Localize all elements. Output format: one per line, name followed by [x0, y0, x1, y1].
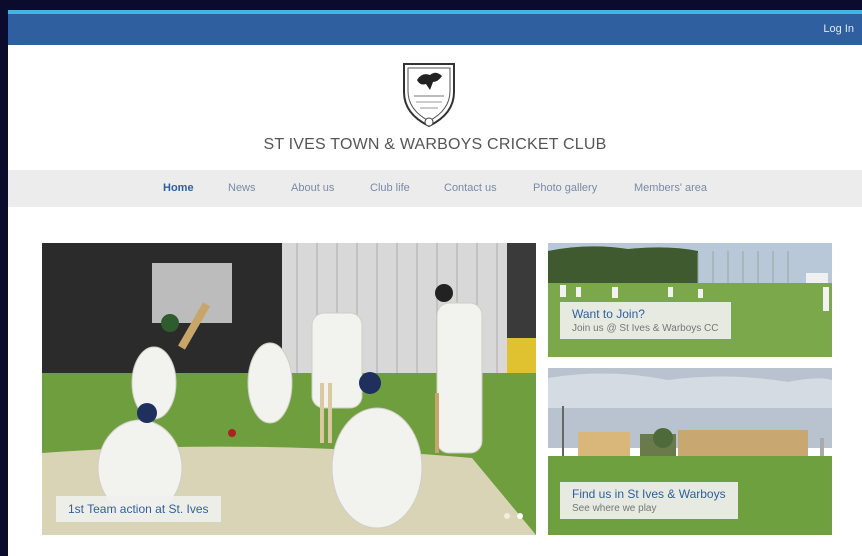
join-caption[interactable]: Want to Join? Join us @ St Ives & Warboy…	[560, 302, 731, 339]
join-subtitle: Join us @ St Ives & Warboys CC	[572, 323, 719, 334]
slider-dot[interactable]	[504, 513, 510, 519]
main-nav: Home News About us Club life Contact us …	[8, 170, 862, 207]
club-title: ST IVES TOWN & WARBOYS CRICKET CLUB	[263, 136, 607, 153]
club-crest-logo[interactable]	[400, 58, 458, 130]
login-link[interactable]: Log In	[823, 23, 854, 35]
hero-cricket-photo	[42, 243, 536, 535]
nav-club-life[interactable]: Club life	[370, 182, 410, 194]
join-panel[interactable]: Want to Join? Join us @ St Ives & Warboy…	[548, 243, 832, 357]
top-bar: Log In	[8, 14, 862, 45]
find-us-subtitle: See where we play	[572, 503, 657, 514]
nav-about-us[interactable]: About us	[291, 182, 334, 194]
join-panel-photo	[548, 243, 832, 357]
browser-page: Log In ST IVES TOWN & WARBOYS CRICKET CL…	[8, 10, 862, 556]
nav-news[interactable]: News	[228, 182, 256, 194]
hero-slider[interactable]: 1st Team action at St. Ives	[42, 243, 536, 535]
find-us-title: Find us in St Ives & Warboys	[572, 487, 726, 501]
find-us-panel[interactable]: Find us in St Ives & Warboys See where w…	[548, 368, 832, 535]
nav-contact-us[interactable]: Contact us	[444, 182, 497, 194]
nav-home[interactable]: Home	[163, 182, 194, 194]
slider-dot-active[interactable]	[517, 513, 523, 519]
join-title: Want to Join?	[572, 307, 645, 321]
nav-photo-gallery[interactable]: Photo gallery	[533, 182, 597, 194]
nav-members-area[interactable]: Members' area	[634, 182, 707, 194]
find-us-caption[interactable]: Find us in St Ives & Warboys See where w…	[560, 482, 738, 519]
hero-caption[interactable]: 1st Team action at St. Ives	[56, 496, 221, 522]
